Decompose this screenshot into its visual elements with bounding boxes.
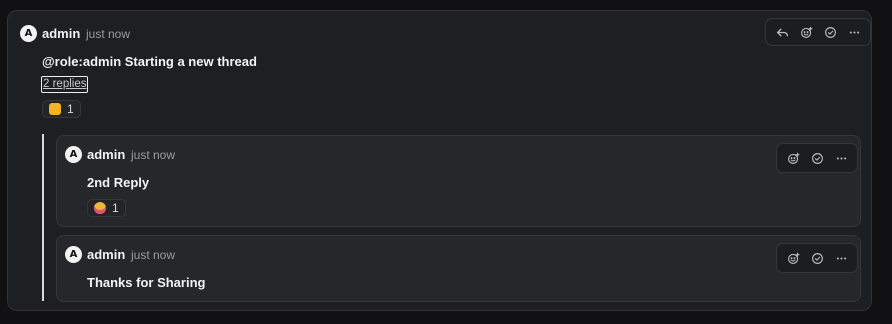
avatar[interactable]: A <box>65 246 82 263</box>
comment-toolbar <box>776 143 858 173</box>
reaction-count: 1 <box>67 102 74 116</box>
comment-text: @role:admin Starting a new thread <box>42 54 257 69</box>
timestamp: just now <box>131 248 176 262</box>
more-icon[interactable] <box>842 21 866 43</box>
resolve-icon[interactable] <box>818 21 842 43</box>
reply-card: A admin just now Thanks for Sharing <box>56 235 861 302</box>
grinning-face-icon <box>94 202 106 214</box>
avatar[interactable]: A <box>65 146 82 163</box>
comment-text: 2nd Reply <box>87 175 150 190</box>
more-icon[interactable] <box>829 147 853 169</box>
replies-link[interactable]: 2 replies <box>41 76 89 93</box>
avatar[interactable]: A <box>20 25 37 42</box>
thread-line <box>42 134 44 301</box>
reaction-chip[interactable]: 1 <box>87 199 126 217</box>
timestamp: just now <box>131 148 176 162</box>
reply-icon[interactable] <box>770 21 794 43</box>
thread-card: A admin just now @role:admin Starting a … <box>7 10 872 311</box>
resolve-icon[interactable] <box>805 247 829 269</box>
comment-toolbar <box>765 18 871 46</box>
comment-text: Thanks for Sharing <box>87 275 206 290</box>
resolve-icon[interactable] <box>805 147 829 169</box>
add-reaction-icon[interactable] <box>794 21 818 43</box>
add-reaction-icon[interactable] <box>781 247 805 269</box>
author-name[interactable]: admin <box>87 147 125 162</box>
author-name[interactable]: admin <box>42 26 80 41</box>
thumbs-up-icon <box>49 103 61 115</box>
reply-card: A admin just now 2nd Reply 1 <box>56 135 861 227</box>
author-name[interactable]: admin <box>87 247 125 262</box>
timestamp: just now <box>86 27 131 41</box>
comment-toolbar <box>776 243 858 273</box>
reaction-count: 1 <box>112 201 119 215</box>
add-reaction-icon[interactable] <box>781 147 805 169</box>
more-icon[interactable] <box>829 247 853 269</box>
reaction-chip[interactable]: 1 <box>42 100 81 118</box>
